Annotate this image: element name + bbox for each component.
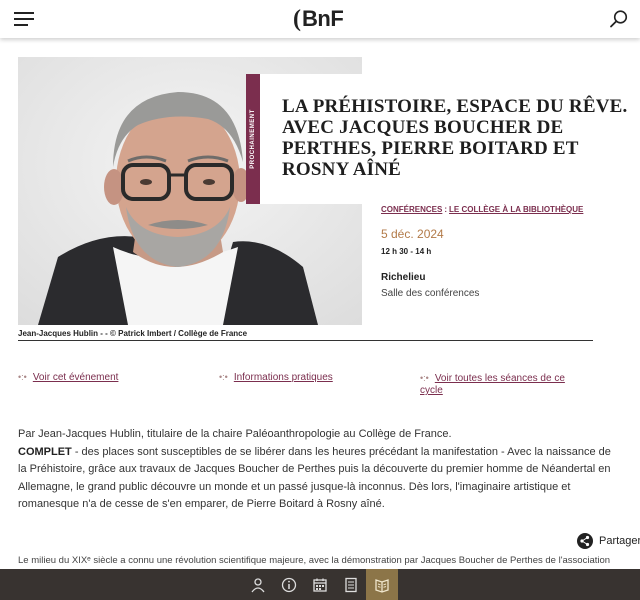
page-title: LA PRÉHISTOIRE, ESPACE DU RÊVE. AVEC JAC… <box>282 96 628 180</box>
hamburger-menu-icon[interactable] <box>14 12 34 26</box>
event-place: Richelieu <box>381 272 426 283</box>
book-icon[interactable] <box>366 569 398 600</box>
all-sessions-link[interactable]: •:• Voir toutes les séances de ce cycle <box>420 372 580 397</box>
category-link-college[interactable]: LE COLLÈGE À LA BIBLIOTHÈQUE <box>449 205 583 214</box>
document-icon[interactable] <box>335 569 367 600</box>
description-line-2: - des places sont susceptibles de se lib… <box>18 445 611 511</box>
dots-icon: •:• <box>420 373 429 383</box>
share-icon <box>577 533 593 549</box>
category-breadcrumb: CONFÉRENCES: LE COLLÈGE À LA BIBLIOTHÈQUE <box>381 205 583 214</box>
logo-bracket: ( <box>293 5 301 32</box>
complet-label: COMPLET <box>18 445 72 458</box>
see-event-link[interactable]: •:• Voir cet événement <box>18 372 118 383</box>
calendar-icon[interactable] <box>304 569 336 600</box>
dots-icon: •:• <box>219 372 228 382</box>
intro-text: Le milieu du XIXᵉ siècle a connu une rév… <box>18 555 611 566</box>
event-room: Salle des conférences <box>381 288 480 299</box>
see-event-label: Voir cet événement <box>32 372 119 383</box>
person-icon[interactable] <box>242 569 274 600</box>
event-description: Par Jean-Jacques Hublin, titulaire de la… <box>18 426 618 514</box>
info-icon[interactable] <box>273 569 305 600</box>
site-header: ( BnF <box>0 0 640 38</box>
all-sessions-label: Voir toutes les séances de ce cycle <box>420 373 565 396</box>
search-icon[interactable] <box>609 9 629 29</box>
practical-info-link[interactable]: •:• Informations pratiques <box>219 372 333 383</box>
description-line-1: Par Jean-Jacques Hublin, titulaire de la… <box>18 428 452 440</box>
bnf-logo[interactable]: ( BnF <box>293 5 344 33</box>
event-time: 12 h 30 - 14 h <box>381 247 432 256</box>
bottom-toolbar <box>0 569 640 600</box>
photo-caption: Jean-Jacques Hublin - - © Patrick Imbert… <box>18 329 248 338</box>
divider <box>18 340 593 341</box>
logo-text: BnF <box>302 6 344 31</box>
dots-icon: •:• <box>18 372 27 382</box>
category-link-conferences[interactable]: CONFÉRENCES <box>381 205 442 214</box>
share-label: Partager <box>599 535 640 547</box>
practical-info-label: Informations pratiques <box>233 372 333 383</box>
category-separator: : <box>444 205 448 214</box>
share-button[interactable]: Partager <box>577 533 640 549</box>
badge-label: PROCHAINEMENT <box>250 109 256 169</box>
event-date: 5 déc. 2024 <box>381 227 444 241</box>
status-badge: PROCHAINEMENT <box>246 74 260 204</box>
